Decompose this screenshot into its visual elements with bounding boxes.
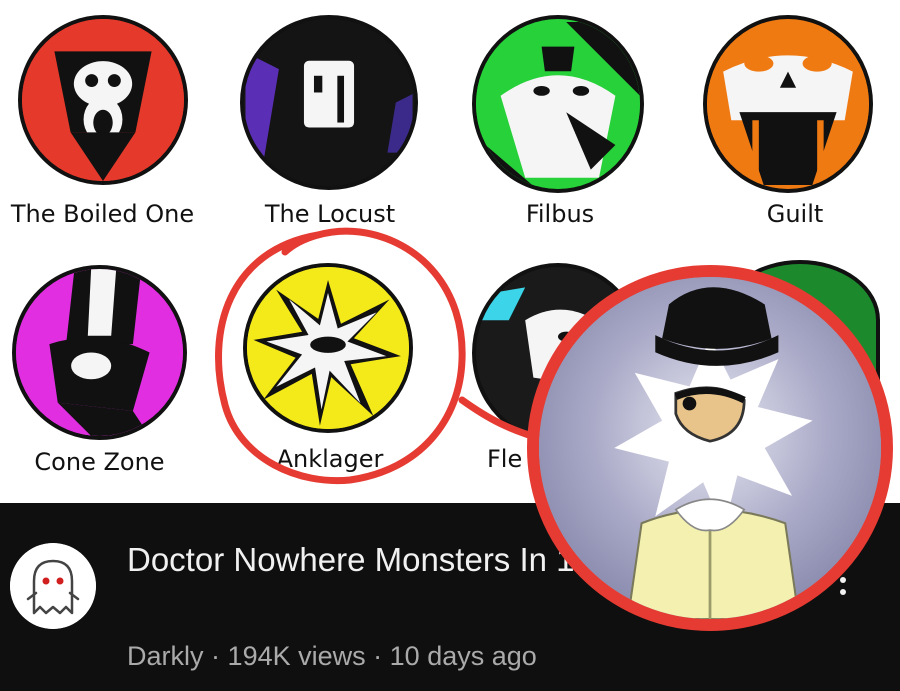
- guilt-icon: [707, 23, 869, 185]
- locust-icon: [245, 19, 413, 186]
- upload-date: 10 days ago: [389, 641, 537, 671]
- monster-label-filbus: Filbus: [525, 200, 595, 228]
- monster-label-anklager: Anklager: [276, 445, 384, 473]
- ghost-icon: [10, 543, 96, 629]
- meta-separator: ·: [211, 641, 221, 671]
- monster-portrait-anklager: [243, 263, 413, 433]
- anklager-icon: [247, 267, 409, 429]
- monster-portrait-locust: [240, 15, 418, 190]
- cone-zone-icon: [16, 269, 183, 436]
- monster-label-boiled-one: The Boiled One: [10, 200, 195, 228]
- channel-avatar[interactable]: [10, 543, 96, 629]
- fanart-portrait: [527, 265, 893, 631]
- boiled-one-icon: [22, 19, 184, 181]
- monster-portrait-boiled-one: [18, 15, 188, 185]
- monster-label-cone-zone: Cone Zone: [34, 448, 165, 476]
- monster-label-guilt: Guilt: [766, 200, 824, 228]
- fanart-character-icon: [539, 277, 881, 619]
- meta-separator: ·: [373, 641, 383, 671]
- video-meta: Darkly · 194K views · 10 days ago: [127, 641, 537, 672]
- monster-label-locust: The Locust: [264, 200, 396, 228]
- view-count: 194K views: [227, 641, 366, 671]
- monster-portrait-guilt: [703, 15, 873, 193]
- filbus-icon: [476, 22, 640, 186]
- monster-portrait-cone-zone: [12, 265, 187, 440]
- monster-portrait-filbus: [472, 15, 644, 193]
- channel-name[interactable]: Darkly: [127, 641, 204, 671]
